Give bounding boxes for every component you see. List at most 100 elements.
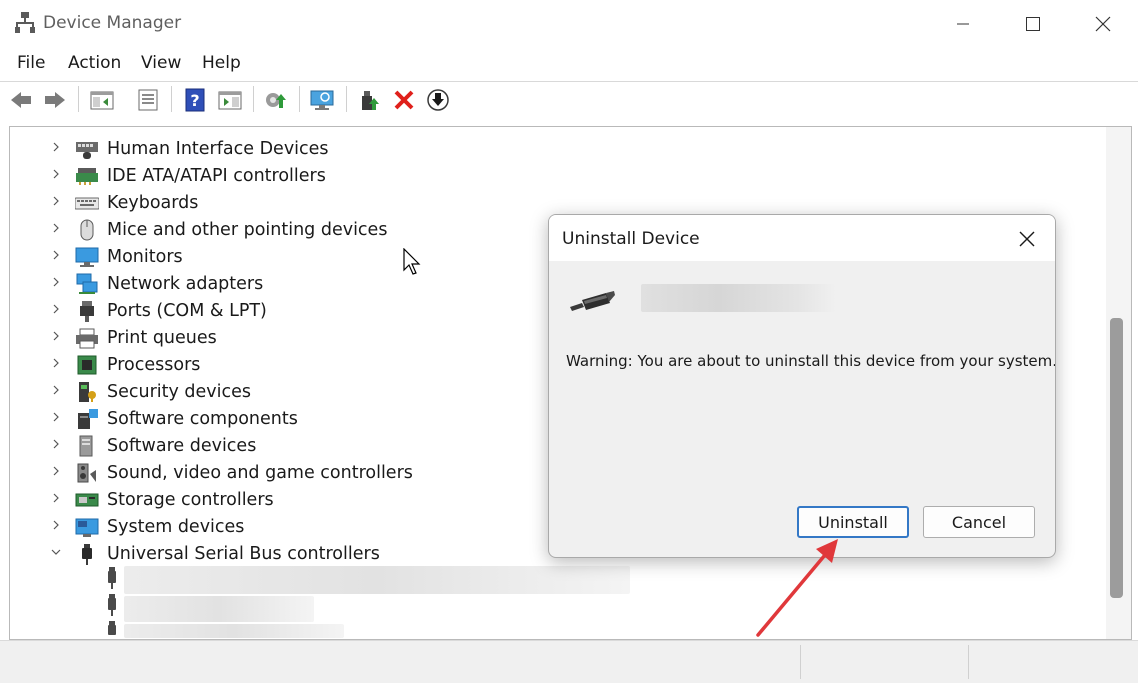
forward-arrow-icon[interactable] (43, 88, 67, 112)
mouse-cursor-icon (403, 248, 421, 275)
close-icon (1095, 16, 1111, 32)
chevron-right-icon[interactable] (48, 465, 64, 480)
usb-icon (82, 543, 92, 565)
toolbar-separator (346, 86, 347, 112)
keyboard-icon (75, 197, 99, 209)
toolbar-separator (171, 86, 172, 112)
chevron-right-icon[interactable] (48, 438, 64, 453)
tree-node-label: Software components (107, 408, 298, 429)
tree-node-security-devices[interactable]: Security devices (48, 378, 251, 405)
printer-icon (76, 328, 98, 348)
menu-help[interactable]: Help (202, 53, 241, 73)
chevron-right-icon[interactable] (48, 276, 64, 291)
tree-node-system-devices[interactable]: System devices (48, 513, 244, 540)
chevron-down-icon[interactable] (48, 546, 64, 561)
monitor-icon (75, 247, 99, 267)
maximize-icon (1026, 17, 1040, 31)
chevron-right-icon[interactable] (48, 195, 64, 210)
network-adapter-icon (76, 273, 98, 294)
chevron-right-icon[interactable] (48, 384, 64, 399)
tree-node-label: Processors (107, 354, 201, 375)
close-icon (1019, 231, 1035, 247)
menu-action[interactable]: Action (68, 53, 121, 73)
chevron-right-icon[interactable] (48, 411, 64, 426)
toolbar-separator (253, 86, 254, 112)
tree-node-storage-controllers[interactable]: Storage controllers (48, 486, 274, 513)
dialog-close-button[interactable] (1007, 223, 1047, 255)
scrollbar-thumb[interactable] (1110, 318, 1123, 598)
tree-node-software-devices[interactable]: Software devices (48, 432, 256, 459)
tree-node-universal-serial-bus-controllers[interactable]: Universal Serial Bus controllers (48, 540, 380, 567)
close-button[interactable] (1068, 0, 1138, 48)
chevron-right-icon[interactable] (48, 141, 64, 156)
tree-node-sound-video-and-game-controllers[interactable]: Sound, video and game controllers (48, 459, 413, 486)
uninstall-device-icon[interactable] (392, 88, 416, 112)
tree-node-label: Human Interface Devices (107, 138, 329, 159)
chevron-right-icon[interactable] (48, 303, 64, 318)
usb-cable-icon (570, 291, 615, 311)
tree-node-label: Sound, video and game controllers (107, 462, 413, 483)
usb-child-item-redacted[interactable] (124, 624, 344, 638)
enable-device-icon[interactable] (358, 88, 382, 112)
chevron-right-icon[interactable] (48, 492, 64, 507)
uninstall-button[interactable]: Uninstall (797, 506, 909, 538)
usb-child-item-redacted[interactable] (124, 596, 314, 622)
dialog-warning-text: Warning: You are about to uninstall this… (566, 352, 1056, 370)
tree-node-print-queues[interactable]: Print queues (48, 324, 217, 351)
tree-node-label: Storage controllers (107, 489, 274, 510)
system-device-icon (75, 518, 99, 537)
action-pane-icon[interactable] (218, 88, 242, 112)
scan-hardware-icon[interactable] (310, 88, 334, 112)
annotation-arrow (756, 539, 838, 637)
back-arrow-icon[interactable] (9, 88, 33, 112)
software-component-icon (78, 408, 98, 429)
usb-child-item-redacted[interactable] (124, 566, 630, 594)
usb-child-icons (108, 567, 116, 635)
tree-node-label: Print queues (107, 327, 217, 348)
tree-node-ide-ata-atapi-controllers[interactable]: IDE ATA/ATAPI controllers (48, 162, 326, 189)
tree-node-software-components[interactable]: Software components (48, 405, 298, 432)
tree-node-ports-com-lpt[interactable]: Ports (COM & LPT) (48, 297, 267, 324)
chevron-right-icon[interactable] (48, 249, 64, 264)
tree-node-label: Monitors (107, 246, 183, 267)
cancel-button[interactable]: Cancel (923, 506, 1035, 538)
chevron-right-icon[interactable] (48, 519, 64, 534)
ide-controller-icon (76, 167, 98, 185)
speaker-icon (77, 463, 96, 482)
help-icon[interactable]: ? (183, 88, 207, 112)
properties-icon[interactable] (136, 88, 160, 112)
tree-node-monitors[interactable]: Monitors (48, 243, 183, 270)
chevron-right-icon[interactable] (48, 330, 64, 345)
device-name-redacted (641, 284, 836, 312)
show-hide-console-tree-icon[interactable] (90, 88, 114, 112)
tree-node-network-adapters[interactable]: Network adapters (48, 270, 263, 297)
chevron-right-icon[interactable] (48, 222, 64, 237)
chevron-right-icon[interactable] (48, 357, 64, 372)
minimize-icon (957, 23, 969, 25)
menu-view[interactable]: View (141, 53, 181, 73)
minimize-button[interactable] (928, 0, 998, 48)
tree-node-label: Keyboards (107, 192, 199, 213)
disable-device-icon[interactable] (426, 88, 450, 112)
tree-node-keyboards[interactable]: Keyboards (48, 189, 198, 216)
hid-icon (76, 141, 98, 159)
maximize-button[interactable] (998, 0, 1068, 48)
chevron-right-icon[interactable] (48, 168, 64, 183)
menu-file[interactable]: File (17, 53, 45, 73)
tree-node-human-interface-devices[interactable]: Human Interface Devices (48, 135, 329, 162)
toolbar-separator (78, 86, 79, 112)
tree-node-label: Ports (COM & LPT) (107, 300, 267, 321)
tree-node-mice-and-other-pointing-devices[interactable]: Mice and other pointing devices (48, 216, 387, 243)
tree-node-label: System devices (107, 516, 245, 537)
status-bar (0, 640, 1138, 683)
tree-node-processors[interactable]: Processors (48, 351, 200, 378)
update-driver-icon[interactable] (264, 88, 288, 112)
toolbar-separator (299, 86, 300, 112)
uninstall-device-dialog: Uninstall Device Warning: You are about … (548, 214, 1056, 558)
device-manager-icon (15, 12, 35, 33)
software-device-icon (79, 435, 93, 456)
tree-node-label: Mice and other pointing devices (107, 219, 388, 240)
tree-node-label: Software devices (107, 435, 257, 456)
security-device-icon (79, 381, 96, 402)
tree-node-label: IDE ATA/ATAPI controllers (107, 165, 326, 186)
